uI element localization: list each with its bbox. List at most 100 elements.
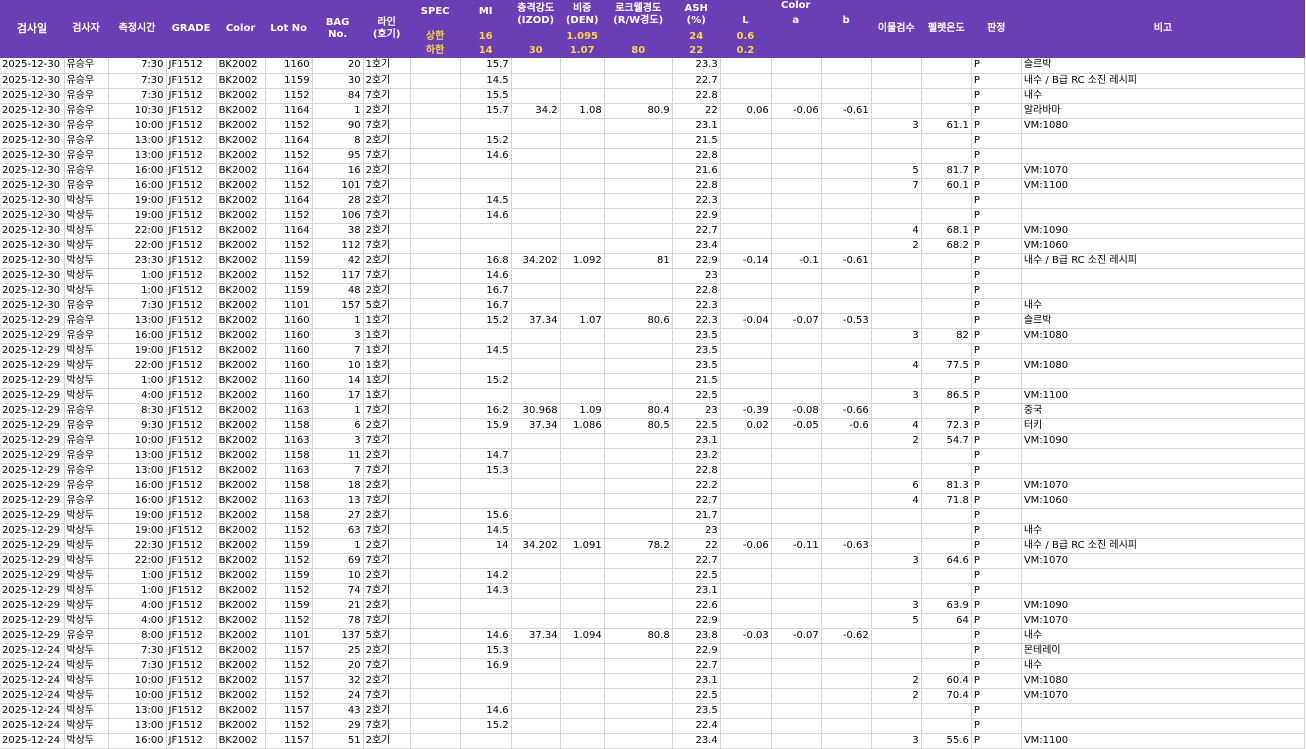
cell-foreign[interactable] <box>871 658 922 674</box>
cell-date[interactable]: 2025-12-30 <box>0 238 65 254</box>
cell-color[interactable]: BK2002 <box>216 313 266 329</box>
cell-mi[interactable]: 16.9 <box>460 658 512 674</box>
cell-L[interactable] <box>720 703 772 719</box>
cell-izod[interactable] <box>511 118 561 134</box>
cell-judge[interactable]: P <box>971 373 1022 389</box>
cell-ash[interactable]: 22.3 <box>672 193 721 209</box>
cell-insp[interactable]: 박상두 <box>64 673 109 689</box>
cell-mi[interactable]: 15.7 <box>460 103 512 119</box>
cell-color[interactable]: BK2002 <box>216 418 266 434</box>
cell-date[interactable]: 2025-12-29 <box>0 493 65 509</box>
cell-b[interactable]: -0.61 <box>821 253 872 269</box>
cell-date[interactable]: 2025-12-29 <box>0 448 65 464</box>
cell-spec[interactable] <box>410 538 461 554</box>
cell-lot[interactable]: 1159 <box>265 283 313 299</box>
cell-color[interactable]: BK2002 <box>216 343 266 359</box>
cell-lot[interactable]: 1152 <box>265 523 313 539</box>
cell-remark[interactable]: VM:1070 <box>1021 688 1306 704</box>
cell-color[interactable]: BK2002 <box>216 283 266 299</box>
cell-grade[interactable]: JF1512 <box>166 688 217 704</box>
cell-insp[interactable]: 유승우 <box>64 493 109 509</box>
cell-foreign[interactable] <box>871 208 922 224</box>
cell-time[interactable]: 13:00 <box>108 148 167 164</box>
cell-date[interactable]: 2025-12-30 <box>0 283 65 299</box>
cell-lot[interactable]: 1164 <box>265 103 313 119</box>
cell-remark[interactable] <box>1021 373 1306 389</box>
cell-judge[interactable]: P <box>971 163 1022 179</box>
cell-line[interactable]: 2호기 <box>363 103 411 119</box>
cell-insp[interactable]: 박상두 <box>64 223 109 239</box>
cell-temp[interactable] <box>921 373 972 389</box>
cell-judge[interactable]: P <box>971 118 1022 134</box>
cell-ash[interactable]: 23.4 <box>672 238 721 254</box>
cell-b[interactable] <box>821 238 872 254</box>
cell-den[interactable] <box>560 448 605 464</box>
cell-color[interactable]: BK2002 <box>216 58 266 74</box>
cell-spec[interactable] <box>410 148 461 164</box>
cell-L[interactable] <box>720 478 772 494</box>
cell-den[interactable] <box>560 553 605 569</box>
cell-time[interactable]: 1:00 <box>108 568 167 584</box>
cell-judge[interactable]: P <box>971 508 1022 524</box>
cell-rw[interactable] <box>604 373 673 389</box>
cell-L[interactable] <box>720 73 772 89</box>
cell-mi[interactable] <box>460 493 512 509</box>
cell-rw[interactable] <box>604 643 673 659</box>
cell-remark[interactable]: 내수 / B급 RC 소진 레시피 <box>1021 538 1306 554</box>
cell-temp[interactable]: 72.3 <box>921 418 972 434</box>
cell-date[interactable]: 2025-12-30 <box>0 298 65 314</box>
cell-ash[interactable]: 22.9 <box>672 208 721 224</box>
cell-ash[interactable]: 22.7 <box>672 493 721 509</box>
cell-date[interactable]: 2025-12-29 <box>0 508 65 524</box>
cell-lot[interactable]: 1152 <box>265 613 313 629</box>
cell-temp[interactable]: 60.1 <box>921 178 972 194</box>
cell-color[interactable]: BK2002 <box>216 493 266 509</box>
cell-L[interactable] <box>720 568 772 584</box>
cell-L[interactable] <box>720 283 772 299</box>
cell-grade[interactable]: JF1512 <box>166 628 217 644</box>
cell-den[interactable] <box>560 733 605 749</box>
cell-ash[interactable]: 21.5 <box>672 373 721 389</box>
cell-foreign[interactable] <box>871 283 922 299</box>
cell-mi[interactable]: 15.2 <box>460 373 512 389</box>
cell-ash[interactable]: 22.6 <box>672 598 721 614</box>
cell-ash[interactable]: 23.1 <box>672 673 721 689</box>
cell-time[interactable]: 9:30 <box>108 418 167 434</box>
cell-date[interactable]: 2025-12-30 <box>0 58 65 74</box>
cell-foreign[interactable] <box>871 538 922 554</box>
cell-a[interactable] <box>771 478 822 494</box>
cell-izod[interactable] <box>511 148 561 164</box>
cell-rw[interactable]: 80.5 <box>604 418 673 434</box>
cell-grade[interactable]: JF1512 <box>166 658 217 674</box>
cell-temp[interactable] <box>921 148 972 164</box>
cell-spec[interactable] <box>410 118 461 134</box>
cell-rw[interactable]: 81 <box>604 253 673 269</box>
cell-izod[interactable] <box>511 133 561 149</box>
cell-line[interactable]: 2호기 <box>363 703 411 719</box>
cell-mi[interactable]: 15.2 <box>460 718 512 734</box>
cell-mi[interactable]: 16.2 <box>460 403 512 419</box>
cell-lot[interactable]: 1163 <box>265 493 313 509</box>
cell-a[interactable]: -0.07 <box>771 628 822 644</box>
cell-rw[interactable] <box>604 703 673 719</box>
cell-b[interactable]: -0.66 <box>821 403 872 419</box>
cell-grade[interactable]: JF1512 <box>166 538 217 554</box>
cell-date[interactable]: 2025-12-29 <box>0 538 65 554</box>
cell-remark[interactable]: VM:1060 <box>1021 493 1306 509</box>
cell-grade[interactable]: JF1512 <box>166 163 217 179</box>
spec-lower-ash[interactable]: 22 <box>672 44 721 58</box>
cell-lot[interactable]: 1160 <box>265 358 313 374</box>
cell-a[interactable] <box>771 508 822 524</box>
cell-foreign[interactable] <box>871 313 922 329</box>
cell-b[interactable] <box>821 283 872 299</box>
cell-izod[interactable]: 30.968 <box>511 403 561 419</box>
cell-spec[interactable] <box>410 313 461 329</box>
cell-spec[interactable] <box>410 613 461 629</box>
cell-a[interactable] <box>771 223 822 239</box>
cell-ash[interactable]: 22.2 <box>672 478 721 494</box>
cell-a[interactable]: -0.1 <box>771 253 822 269</box>
cell-time[interactable]: 16:00 <box>108 733 167 749</box>
cell-color[interactable]: BK2002 <box>216 733 266 749</box>
cell-L[interactable] <box>720 148 772 164</box>
cell-line[interactable]: 1호기 <box>363 373 411 389</box>
